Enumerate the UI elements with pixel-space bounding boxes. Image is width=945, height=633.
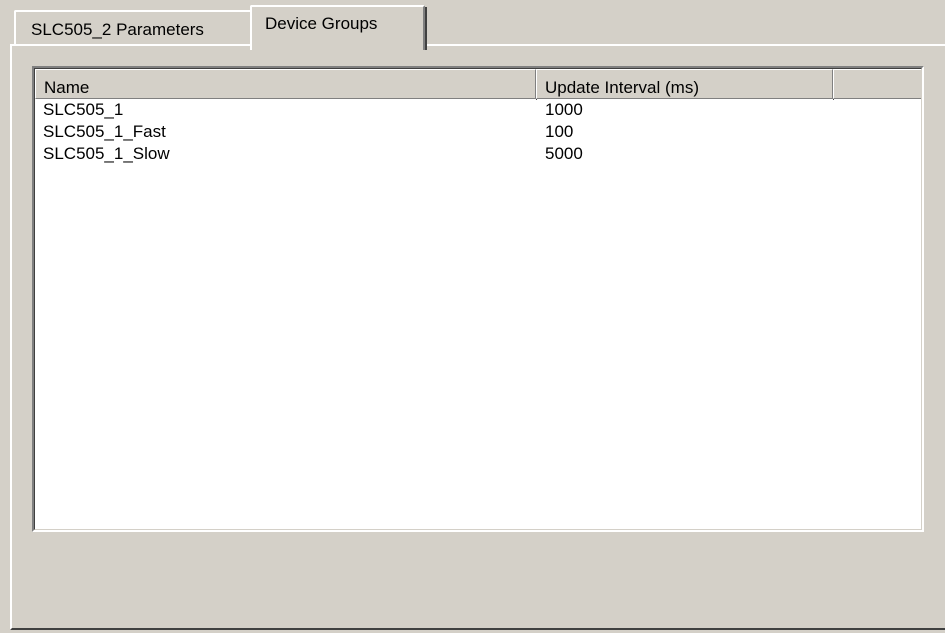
- group-name: SLC505_1_Fast: [43, 122, 166, 141]
- group-interval: 100: [545, 122, 574, 141]
- tab-label: Device Groups: [265, 14, 378, 33]
- column-header-label: Name: [44, 78, 90, 97]
- column-header-label: Update Interval (ms): [545, 78, 699, 97]
- tab-label: SLC505_2 Parameters: [31, 20, 204, 39]
- group-interval: 1000: [545, 100, 583, 119]
- list-header: Name Update Interval (ms): [35, 69, 921, 100]
- group-name: SLC505_1: [43, 100, 124, 119]
- group-name: SLC505_1_Slow: [43, 144, 170, 163]
- tab-slc505-2-parameters[interactable]: SLC505_2 Parameters: [14, 10, 256, 47]
- tab-device-groups[interactable]: Device Groups: [250, 5, 427, 50]
- device-groups-list[interactable]: Name Update Interval (ms) SLC505_1 1000 …: [32, 66, 924, 532]
- group-interval: 5000: [545, 144, 583, 163]
- column-header-filler: [833, 69, 921, 99]
- list-item[interactable]: SLC505_1_Fast 100: [35, 121, 921, 143]
- list-item[interactable]: SLC505_1_Slow 5000: [35, 143, 921, 165]
- properties-window: SLC505_2 Parameters Device Groups Name U…: [0, 0, 945, 633]
- list-rows: SLC505_1 1000 SLC505_1_Fast 100 SLC505_1…: [35, 99, 921, 165]
- column-header-name[interactable]: Name: [35, 69, 537, 100]
- column-header-update-interval[interactable]: Update Interval (ms): [536, 69, 834, 100]
- list-item[interactable]: SLC505_1 1000: [35, 99, 921, 121]
